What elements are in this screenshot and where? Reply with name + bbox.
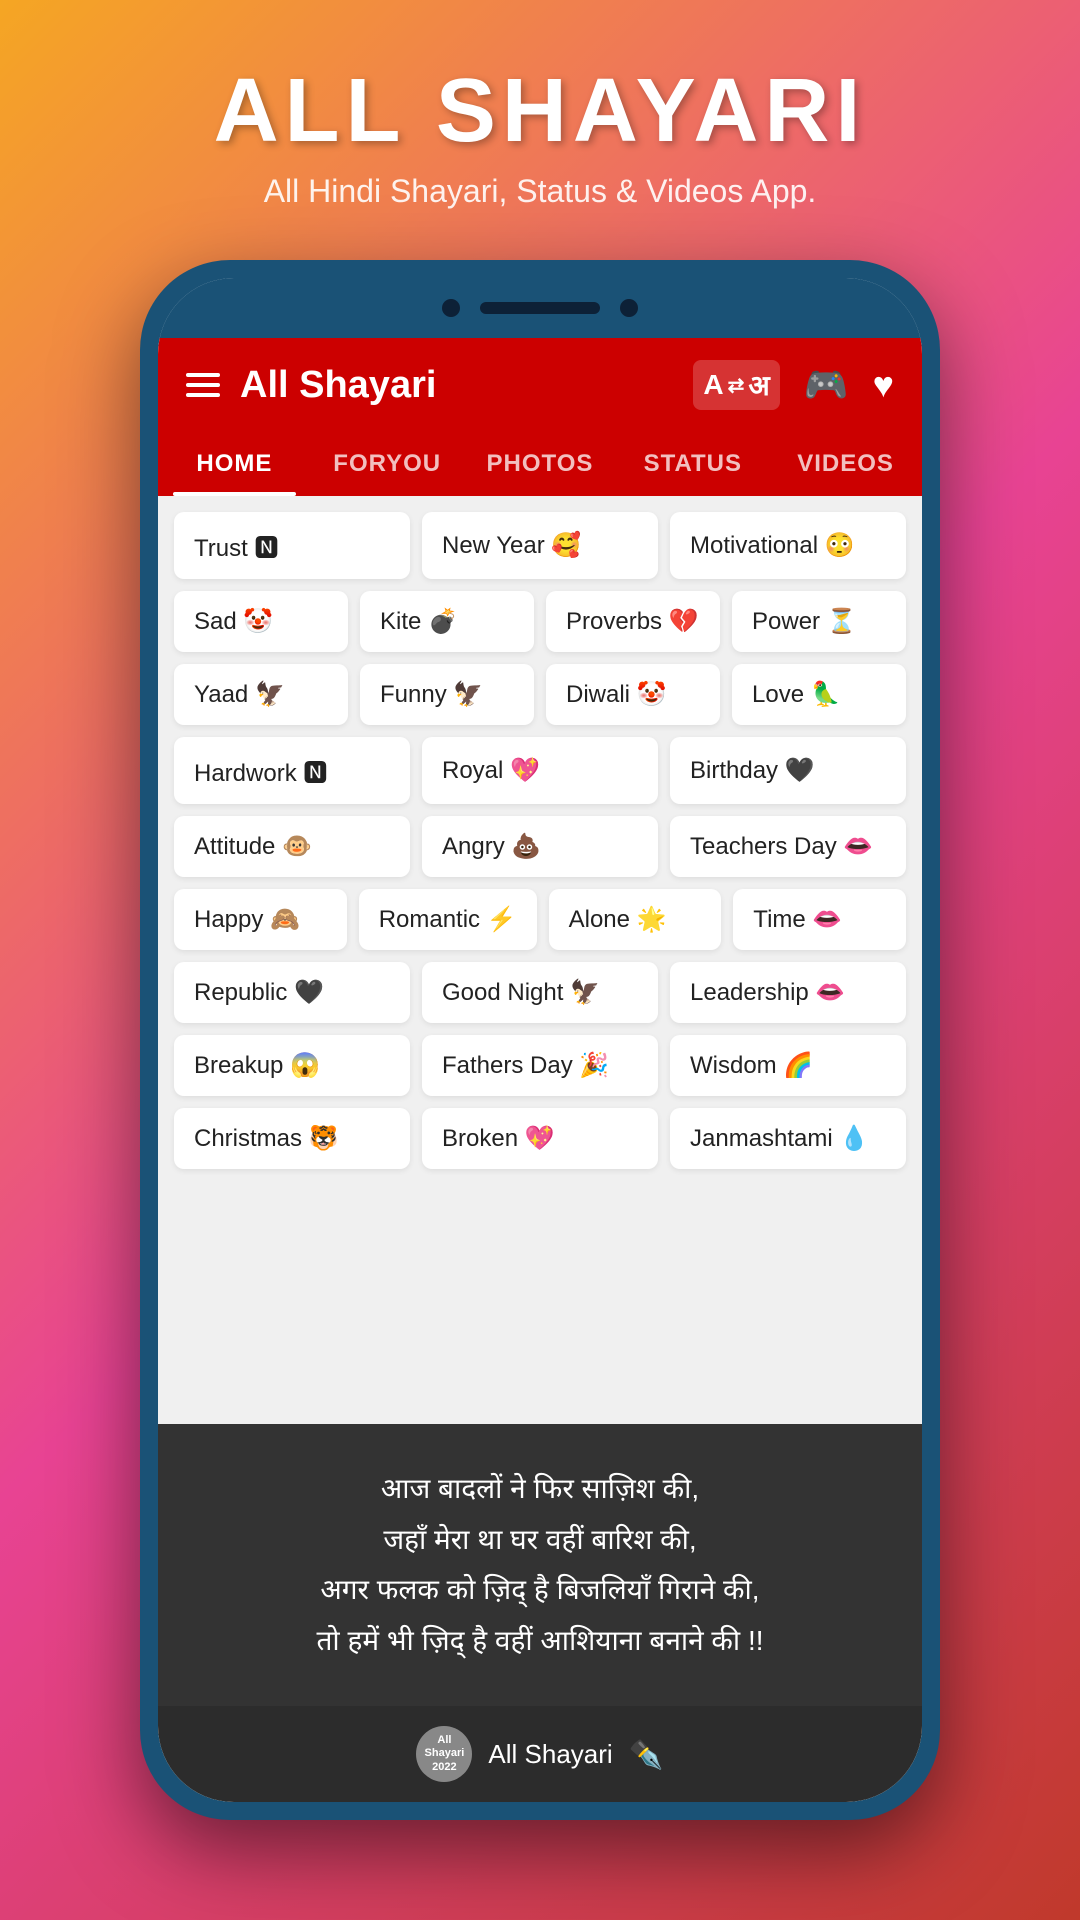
translate-a: A [703, 369, 723, 401]
grid-row-4: Hardwork 🅽 Royal 💖 Birthday 🖤 [174, 737, 906, 804]
menu-button[interactable] [186, 373, 220, 397]
camera-dot-2 [620, 299, 638, 317]
footer-logo: AllShayari2022 [416, 1726, 472, 1782]
category-alone[interactable]: Alone 🌟 [549, 889, 722, 950]
category-motivational[interactable]: Motivational 😳 [670, 512, 906, 579]
app-header: ALL SHAYARI All Hindi Shayari, Status & … [214, 0, 867, 230]
game-icon[interactable]: 🎮 [804, 364, 849, 406]
category-breakup[interactable]: Breakup 😱 [174, 1035, 410, 1096]
tab-videos[interactable]: VIDEOS [769, 432, 922, 496]
phone-top [158, 278, 922, 338]
tab-home[interactable]: HOME [158, 432, 311, 496]
grid-row-5: Attitude 🐵 Angry 💩 Teachers Day 👄 [174, 816, 906, 877]
category-kite[interactable]: Kite 💣 [360, 591, 534, 652]
category-proverbs[interactable]: Proverbs 💔 [546, 591, 720, 652]
grid-row-8: Breakup 😱 Fathers Day 🎉 Wisdom 🌈 [174, 1035, 906, 1096]
heart-icon[interactable]: ♥ [873, 364, 894, 406]
grid-row-7: Republic 🖤 Good Night 🦅 Leadership 👄 [174, 962, 906, 1023]
category-attitude[interactable]: Attitude 🐵 [174, 816, 410, 877]
category-angry[interactable]: Angry 💩 [422, 816, 658, 877]
translate-hindi: अ [748, 366, 769, 404]
translate-arrow: ⇄ [728, 373, 745, 398]
app-content: All Shayari A ⇄ अ 🎮 ♥ HOME FORYOU PHOTOS [158, 338, 922, 1802]
category-power[interactable]: Power ⏳ [732, 591, 906, 652]
translate-button[interactable]: A ⇄ अ [693, 360, 779, 410]
footer-name: All Shayari [488, 1739, 612, 1770]
category-trust[interactable]: Trust 🅽 [174, 512, 410, 579]
category-love[interactable]: Love 🦜 [732, 664, 906, 725]
poetry-text: आज बादलों ने फिर साज़िश की, जहाँ मेरा था… [188, 1464, 892, 1666]
category-funny[interactable]: Funny 🦅 [360, 664, 534, 725]
grid-row-1: Trust 🅽 New Year 🥰 Motivational 😳 [174, 512, 906, 579]
category-yaad[interactable]: Yaad 🦅 [174, 664, 348, 725]
phone-inner: All Shayari A ⇄ अ 🎮 ♥ HOME FORYOU PHOTOS [158, 278, 922, 1802]
category-janmashtami[interactable]: Janmashtami 💧 [670, 1108, 906, 1169]
poetry-section: आज बादलों ने फिर साज़िश की, जहाँ मेरा था… [158, 1424, 922, 1706]
poetry-line-3: अगर फलक को ज़िद् है बिजलियाँ गिराने की, [188, 1565, 892, 1615]
category-romantic[interactable]: Romantic ⚡ [359, 889, 537, 950]
category-christmas[interactable]: Christmas 🐯 [174, 1108, 410, 1169]
category-sad[interactable]: Sad 🤡 [174, 591, 348, 652]
app-footer: AllShayari2022 All Shayari ✒️ [158, 1706, 922, 1802]
category-hardwork[interactable]: Hardwork 🅽 [174, 737, 410, 804]
grid-row-3: Yaad 🦅 Funny 🦅 Diwali 🤡 Love 🦜 [174, 664, 906, 725]
tab-foryou[interactable]: FORYOU [311, 432, 464, 496]
phone-frame: All Shayari A ⇄ अ 🎮 ♥ HOME FORYOU PHOTOS [140, 260, 940, 1820]
category-newyear[interactable]: New Year 🥰 [422, 512, 658, 579]
camera-dot [442, 299, 460, 317]
category-happy[interactable]: Happy 🙈 [174, 889, 347, 950]
footer-pen-icon: ✒️ [629, 1738, 664, 1771]
top-bar-right: A ⇄ अ 🎮 ♥ [693, 360, 894, 410]
grid-row-6: Happy 🙈 Romantic ⚡ Alone 🌟 Time 👄 [174, 889, 906, 950]
tab-status[interactable]: STATUS [616, 432, 769, 496]
app-title: ALL SHAYARI [214, 60, 867, 163]
app-subtitle: All Hindi Shayari, Status & Videos App. [214, 173, 867, 210]
top-bar-left: All Shayari [186, 364, 436, 407]
category-royal[interactable]: Royal 💖 [422, 737, 658, 804]
app-name-label: All Shayari [240, 364, 436, 407]
category-birthday[interactable]: Birthday 🖤 [670, 737, 906, 804]
category-good-night[interactable]: Good Night 🦅 [422, 962, 658, 1023]
category-wisdom[interactable]: Wisdom 🌈 [670, 1035, 906, 1096]
poetry-line-1: आज बादलों ने फिर साज़िश की, [188, 1464, 892, 1514]
category-time[interactable]: Time 👄 [733, 889, 906, 950]
speaker-bar [480, 302, 600, 314]
category-broken[interactable]: Broken 💖 [422, 1108, 658, 1169]
poetry-line-2: जहाँ मेरा था घर वहीं बारिश की, [188, 1515, 892, 1565]
category-republic[interactable]: Republic 🖤 [174, 962, 410, 1023]
grid-row-2: Sad 🤡 Kite 💣 Proverbs 💔 Power ⏳ [174, 591, 906, 652]
category-leadership[interactable]: Leadership 👄 [670, 962, 906, 1023]
category-diwali[interactable]: Diwali 🤡 [546, 664, 720, 725]
category-teachers-day[interactable]: Teachers Day 👄 [670, 816, 906, 877]
category-fathers-day[interactable]: Fathers Day 🎉 [422, 1035, 658, 1096]
categories-grid: Trust 🅽 New Year 🥰 Motivational 😳 Sad 🤡 … [158, 496, 922, 1424]
top-bar: All Shayari A ⇄ अ 🎮 ♥ [158, 338, 922, 432]
tabs-bar: HOME FORYOU PHOTOS STATUS VIDEOS [158, 432, 922, 496]
poetry-line-4: तो हमें भी ज़िद् है वहीं आशियाना बनाने क… [188, 1616, 892, 1666]
tab-photos[interactable]: PHOTOS [464, 432, 617, 496]
grid-row-9: Christmas 🐯 Broken 💖 Janmashtami 💧 [174, 1108, 906, 1169]
